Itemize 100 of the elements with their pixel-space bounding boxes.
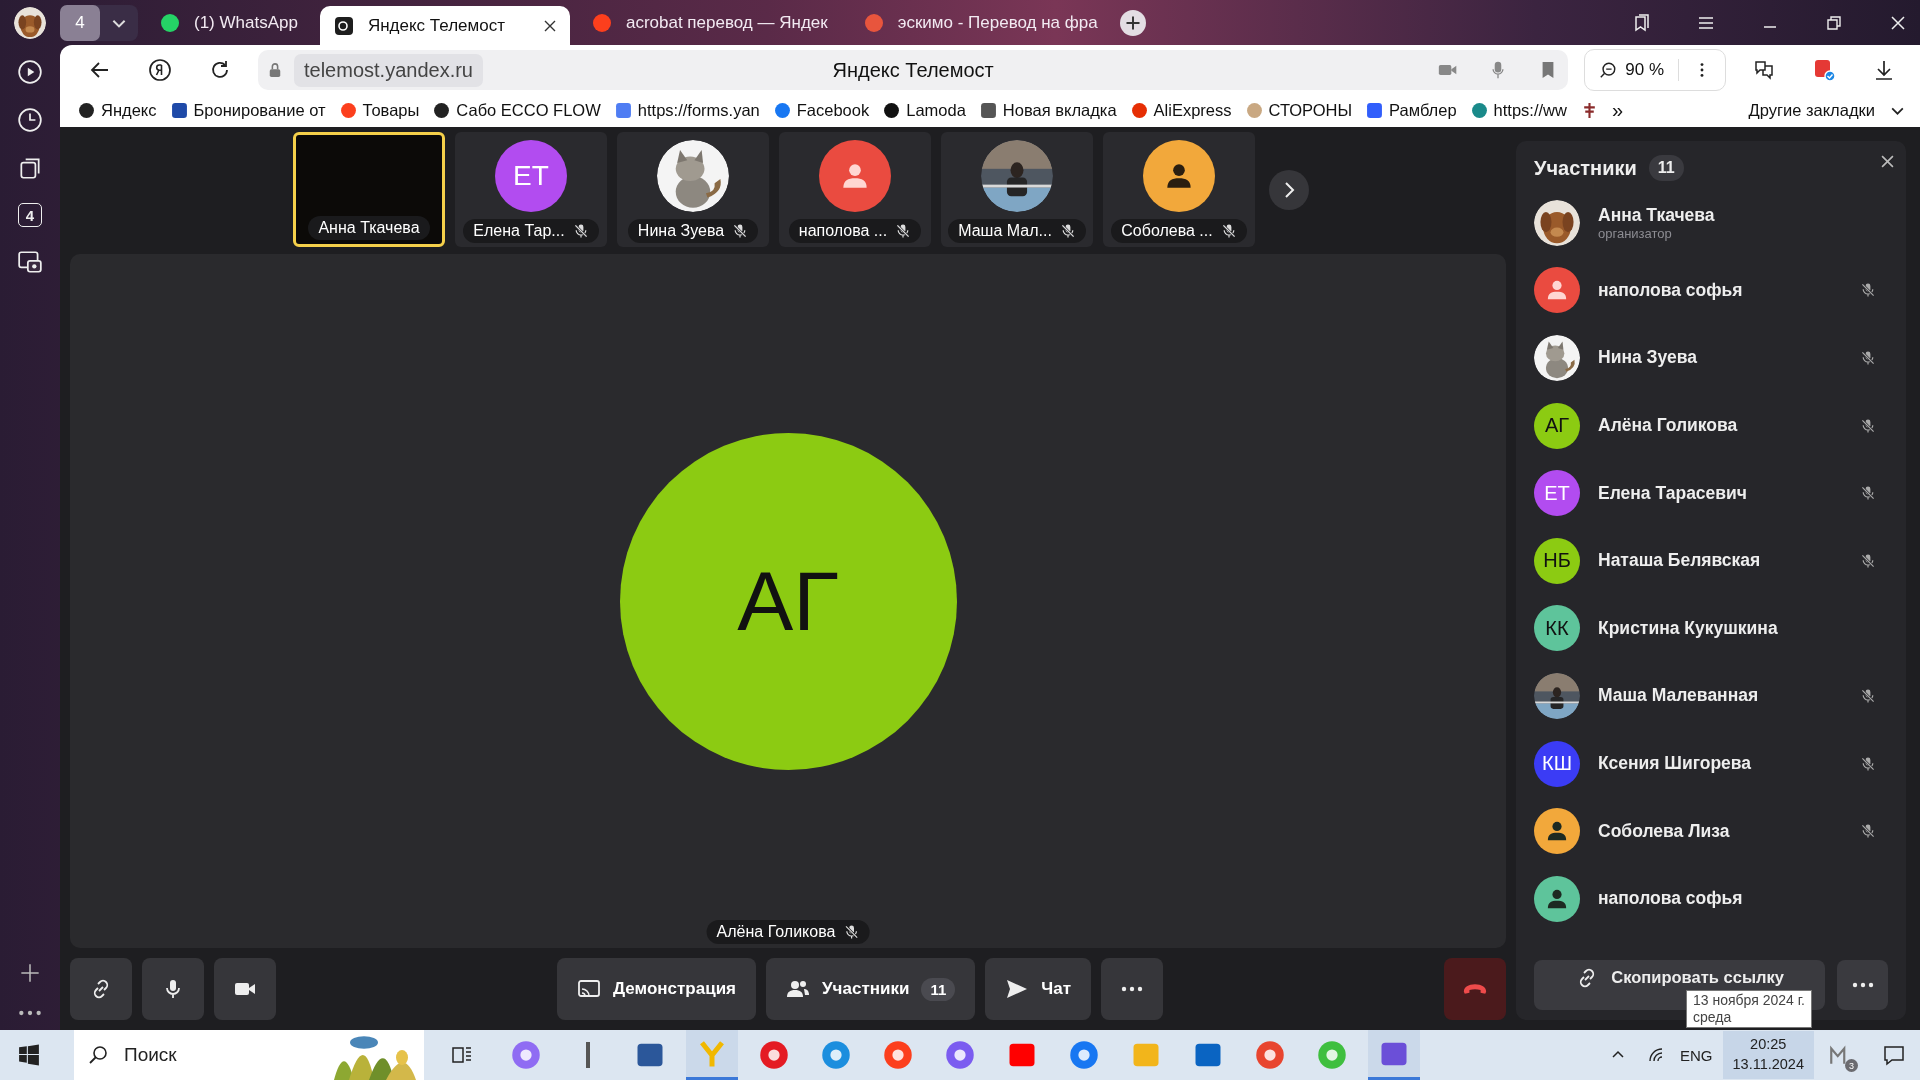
name-label: Нина Зуева: [627, 219, 759, 243]
tab-group-counter[interactable]: 4: [60, 4, 100, 41]
initials-avatar: КК: [1534, 605, 1580, 652]
bookmark-item[interactable]: Facebook: [773, 100, 870, 120]
bookmark-item[interactable]: Товары: [339, 100, 420, 120]
name-label: наполова ...: [788, 219, 922, 243]
participant-name: Алёна Голикова: [1598, 415, 1739, 437]
app-icon: [511, 1040, 541, 1070]
clock[interactable]: 20:25 13.11.2024: [1722, 1031, 1814, 1079]
participant-count: 11: [1648, 155, 1684, 181]
bookmarks-icon[interactable]: [1632, 12, 1652, 33]
collections-icon[interactable]: [17, 155, 43, 181]
clock-icon[interactable]: [17, 107, 43, 133]
address-bar[interactable]: telemost.yandex.ru Яндекс Телемост: [258, 50, 1569, 90]
screen-share-button[interactable]: Демонстрация: [557, 958, 757, 1020]
bookmark-item[interactable]: Бронирование от: [170, 100, 326, 120]
participants-button[interactable]: Участники 11: [766, 958, 976, 1020]
browser-tab[interactable]: Яндекс Телемост: [319, 6, 570, 45]
other-bookmarks-folder[interactable]: Другие закладки: [1748, 100, 1875, 120]
bookmark-favicon-icon: [339, 101, 357, 119]
language-indicator[interactable]: ENG: [1680, 1046, 1713, 1064]
camera-button[interactable]: [214, 958, 276, 1020]
browser-tab[interactable]: эскимо - Перевод на фра: [849, 3, 1112, 42]
bookmark-favicon-icon: [78, 101, 95, 119]
close-tab-icon[interactable]: [543, 19, 556, 32]
notifications-icon[interactable]: [1882, 1043, 1906, 1067]
bookmark-favicon-icon: [883, 101, 901, 119]
bookmark-item[interactable]: Новая вкладка: [979, 100, 1117, 120]
participant-tile[interactable]: ЕТ Елена Тар...: [455, 132, 607, 247]
search-input[interactable]: Поиск: [122, 1043, 276, 1067]
bookmark-item[interactable]: Сабо ECCO FLOW: [433, 100, 601, 120]
lock-icon[interactable]: [268, 62, 282, 78]
browser-logo-icon[interactable]: [148, 58, 172, 82]
name-label: Елена Тар...: [463, 219, 599, 243]
date-tooltip: 13 ноября 2024 г. среда: [1686, 990, 1812, 1028]
initials-avatar: КШ: [1534, 740, 1580, 787]
initials-avatar: НБ: [1534, 537, 1580, 584]
wifi-icon[interactable]: [1648, 1047, 1664, 1063]
page-title: Яндекс Телемост: [832, 58, 994, 82]
microphone-button[interactable]: [142, 958, 204, 1020]
bookmark-item[interactable]: https://ww: [1470, 100, 1567, 120]
zoom-out-icon[interactable]: [1599, 61, 1618, 79]
more-icon: [1120, 986, 1144, 992]
initials-avatar: АГ: [1534, 402, 1580, 449]
bookmark-item[interactable]: https://forms.yan: [614, 100, 760, 120]
tabs-counter[interactable]: 4: [18, 203, 42, 227]
hang-up-button[interactable]: [1444, 958, 1506, 1020]
link-button[interactable]: [70, 958, 132, 1020]
url-text[interactable]: telemost.yandex.ru: [294, 53, 483, 87]
participant-tile[interactable]: Анна Ткачева: [293, 132, 445, 247]
participant-name: Кристина Кукушкина: [1598, 617, 1779, 639]
participant-tile[interactable]: наполова ...: [779, 132, 931, 247]
zoom-level: 90 %: [1625, 60, 1664, 80]
participant-tile[interactable]: Нина Зуева: [617, 132, 769, 247]
extension-icon[interactable]: [1812, 58, 1836, 82]
participant-tile[interactable]: Соболева ...: [1103, 132, 1255, 247]
participant-name: Нина Зуева: [1598, 347, 1699, 369]
more-icon[interactable]: [17, 1008, 43, 1018]
name-label: Анна Ткачева: [308, 216, 430, 240]
notification-badge: 3: [1845, 1059, 1858, 1072]
start-button[interactable]: [18, 1044, 40, 1066]
bookmark-favicon-icon: [170, 101, 188, 119]
tab-favicon-icon: [333, 15, 354, 36]
new-tab-icon[interactable]: [1119, 9, 1146, 36]
participant-name: Соболева Лиза: [1598, 820, 1731, 842]
app-icon: [883, 1040, 913, 1070]
bookmark-favicon-icon: [773, 101, 791, 119]
browser-tab[interactable]: acrobat перевод — Яндек: [577, 3, 842, 42]
app-icon: [586, 1042, 590, 1068]
initials-avatar: ЕТ: [1534, 470, 1580, 517]
bookmark-favicon-icon: [1470, 101, 1488, 119]
next-page-button[interactable]: [1269, 169, 1309, 210]
screenshot-icon[interactable]: [17, 249, 43, 275]
app-icon: [1069, 1040, 1099, 1070]
play-icon[interactable]: [17, 59, 43, 85]
bookmark-favicon-icon: [614, 101, 632, 119]
name-label: Маша Мал...: [948, 219, 1086, 243]
bookmark-item[interactable]: Lamoda: [883, 100, 966, 120]
bookmark-item[interactable]: Рамблер: [1366, 100, 1457, 120]
bookmark-favicon-icon: [1130, 101, 1148, 119]
participant-name: Анна Ткачева: [1598, 204, 1716, 226]
initials-avatar: АГ: [619, 432, 957, 770]
participant-name: наполова софья: [1598, 888, 1744, 910]
taskbar-app-icon[interactable]: [686, 1030, 738, 1080]
bookmark-favicon-icon: [979, 101, 997, 119]
taskbar-app-icon[interactable]: [1368, 1030, 1420, 1080]
chat-button[interactable]: Чат: [985, 958, 1091, 1020]
browser-tab[interactable]: (1) WhatsApp: [146, 3, 312, 42]
more-bookmarks-button[interactable]: »: [1611, 98, 1624, 122]
zoom-control[interactable]: 90 %: [1584, 49, 1726, 91]
bookmark-item[interactable]: Яндекс: [78, 100, 157, 120]
translate-icon[interactable]: [1752, 58, 1776, 82]
bookmark-item[interactable]: СТОРОНЫ: [1245, 100, 1353, 120]
app-icon: [1317, 1040, 1347, 1070]
initials-avatar: ЕТ: [495, 140, 567, 212]
bookmark-item[interactable]: AliExpress: [1130, 100, 1232, 120]
close-icon[interactable]: [1881, 155, 1894, 168]
participant-name: наполова софья: [1598, 279, 1744, 301]
participant-tile[interactable]: Маша Мал...: [941, 132, 1093, 247]
app-icon: [1255, 1040, 1285, 1070]
